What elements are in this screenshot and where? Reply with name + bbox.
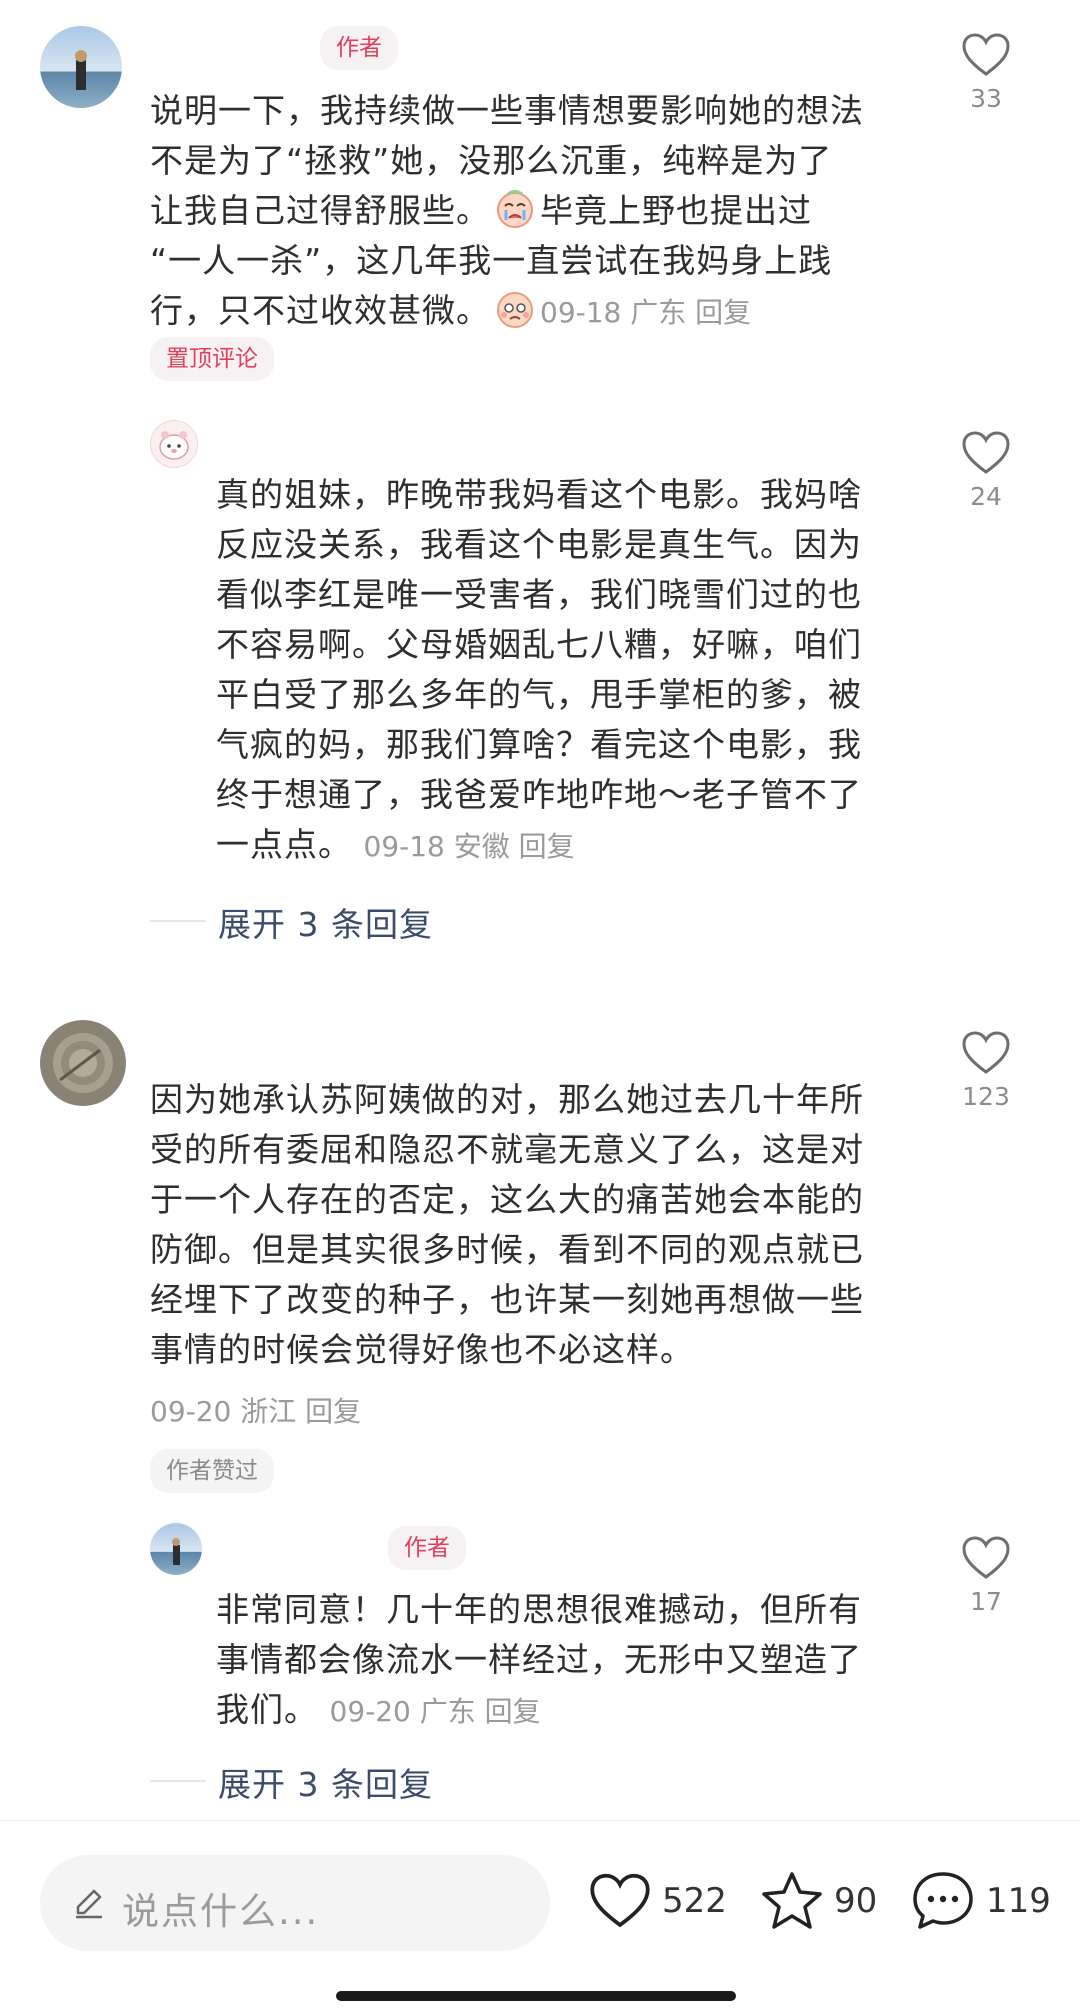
like-count: 17 bbox=[970, 1587, 1002, 1616]
like-button[interactable]: 123 bbox=[956, 1030, 1016, 1111]
comment-text: 真的姐妹，昨晚带我妈看这个电影。我妈啥 反应没关系，我看这个电影是真生气。因为 … bbox=[216, 475, 862, 864]
input-placeholder: 说点什么... bbox=[122, 1890, 320, 1933]
like-count: 33 bbox=[970, 84, 1002, 113]
avatar[interactable] bbox=[150, 420, 198, 468]
divider bbox=[150, 920, 206, 922]
avatar[interactable] bbox=[40, 26, 122, 108]
like-button[interactable]: 33 bbox=[956, 32, 1016, 113]
heart-icon bbox=[962, 431, 1010, 474]
home-indicator[interactable] bbox=[336, 1991, 736, 2001]
heart-icon bbox=[962, 1536, 1010, 1579]
comment-meta: 09-20 浙江 回复 bbox=[150, 1395, 362, 1428]
heart-icon bbox=[962, 1031, 1010, 1074]
chat-bubble-icon bbox=[913, 1872, 973, 1929]
collect-count: 90 bbox=[834, 1881, 878, 1921]
sad-face-icon bbox=[494, 288, 536, 330]
author-tag: 作者 bbox=[388, 1526, 466, 1570]
collect-button[interactable]: 90 bbox=[760, 1861, 877, 1941]
like-total-count: 522 bbox=[662, 1881, 727, 1921]
comment-count-button[interactable]: 119 bbox=[910, 1861, 1051, 1941]
heart-icon bbox=[590, 1873, 650, 1928]
like-button[interactable]: 24 bbox=[956, 430, 1016, 511]
expand-replies-button[interactable]: 展开 3 条回复 bbox=[218, 898, 433, 946]
avatar[interactable] bbox=[40, 1020, 126, 1106]
divider bbox=[150, 1780, 206, 1782]
bottom-bar: 说点什么... 522 90 119 bbox=[0, 1820, 1080, 2010]
like-count: 123 bbox=[962, 1082, 1010, 1111]
crying-face-icon bbox=[494, 188, 536, 230]
pencil-icon bbox=[76, 1889, 102, 1919]
expand-replies-button[interactable]: 展开 3 条回复 bbox=[218, 1758, 433, 1806]
comment-text: 非常同意！几十年的思想很难撼动，但所有 事情都会像流水一样经过，无形中又塑造了 … bbox=[216, 1590, 862, 1729]
pinned-comment-tag: 置顶评论 bbox=[150, 337, 274, 381]
like-button[interactable]: 17 bbox=[956, 1535, 1016, 1616]
star-icon bbox=[762, 1872, 822, 1929]
like-count: 24 bbox=[970, 482, 1002, 511]
comment-input[interactable]: 说点什么... bbox=[40, 1855, 550, 1951]
comment-text: 因为她承认苏阿姨做的对，那么她过去几十年所 受的所有委屈和隐忍不就毫无意义了么，… bbox=[150, 1080, 864, 1369]
comment-text: 说明一下，我持续做一些事情想要影响她的想法 不是为了“拯救”她，没那么沉重，纯粹… bbox=[150, 91, 864, 330]
comment-count: 119 bbox=[986, 1881, 1051, 1921]
avatar[interactable] bbox=[150, 1523, 202, 1575]
author-tag: 作者 bbox=[320, 26, 398, 70]
heart-icon bbox=[962, 33, 1010, 76]
like-total-button[interactable]: 522 bbox=[588, 1861, 727, 1941]
author-liked-tag: 作者赞过 bbox=[150, 1449, 274, 1493]
